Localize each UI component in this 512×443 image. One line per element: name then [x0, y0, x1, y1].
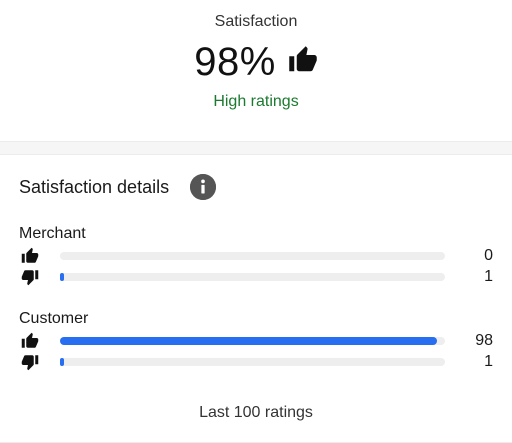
- merchant-negative-row: 1: [19, 267, 493, 288]
- customer-negative-count: 1: [484, 353, 493, 370]
- section-divider: [0, 142, 512, 155]
- thumbs-up-icon: [21, 332, 39, 348]
- merchant-negative-bar: [60, 273, 445, 281]
- satisfaction-percentage: 98%: [194, 40, 276, 84]
- customer-group: Customer 98 1: [19, 310, 493, 373]
- thumbs-up-icon: [289, 45, 317, 71]
- thumbs-up-icon: [21, 247, 39, 263]
- merchant-positive-count: 0: [484, 247, 493, 264]
- merchant-negative-fill: [60, 273, 64, 281]
- satisfaction-summary: Satisfaction 98% High ratings: [0, 0, 512, 142]
- customer-positive-count: 98: [475, 332, 493, 349]
- merchant-positive-bar: [60, 252, 445, 260]
- merchant-group: Merchant 0 1: [19, 225, 493, 288]
- rating-status: High ratings: [213, 93, 299, 110]
- ratings-footnote: Last 100 ratings: [199, 404, 313, 421]
- customer-label: Customer: [19, 310, 89, 327]
- details-header: Satisfaction details: [19, 174, 217, 200]
- details-title: Satisfaction details: [19, 176, 170, 197]
- customer-positive-fill: [60, 337, 438, 345]
- merchant-positive-row: 0: [19, 246, 493, 267]
- info-icon[interactable]: [190, 174, 217, 200]
- customer-positive-row: 98: [19, 331, 493, 352]
- satisfaction-label: Satisfaction: [214, 13, 298, 30]
- customer-positive-bar: [60, 337, 445, 345]
- thumbs-down-icon: [21, 355, 39, 371]
- customer-negative-fill: [60, 358, 64, 366]
- satisfaction-details: Satisfaction details Merchant 0 1 Custom…: [0, 155, 512, 443]
- satisfaction-score: 98%: [0, 40, 512, 85]
- thumbs-down-icon: [21, 270, 39, 286]
- customer-negative-row: 1: [19, 352, 493, 373]
- customer-negative-bar: [60, 358, 445, 366]
- merchant-label: Merchant: [19, 225, 86, 242]
- merchant-negative-count: 1: [484, 268, 493, 285]
